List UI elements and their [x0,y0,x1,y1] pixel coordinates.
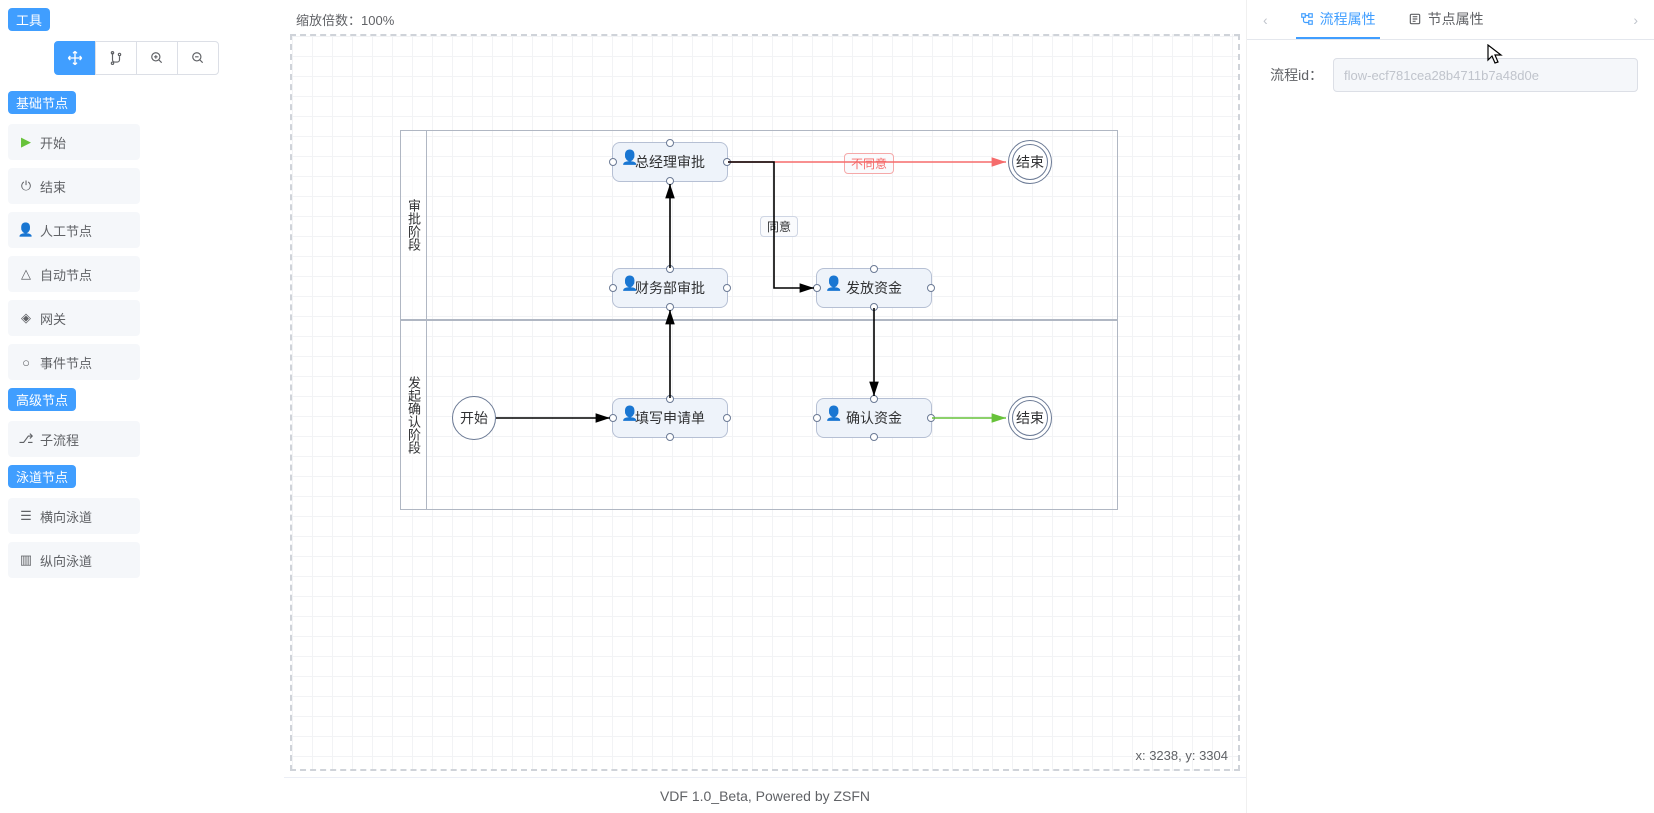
hlane-icon: ☰ [18,508,34,524]
flow-icon [1300,12,1314,26]
branch-icon [109,51,123,65]
palette-vertical-lane[interactable]: ▥ 纵向泳道 [8,542,140,578]
palette-label: 人工节点 [40,221,92,240]
lane-header[interactable]: 发起确认阶段 [401,321,427,509]
zoom-label: 缩放倍数：100% [296,10,394,29]
person-icon: 👤 [621,149,638,166]
move-icon [67,50,83,66]
tab-node-props[interactable]: 节点属性 [1404,0,1488,39]
node-confirm-fund[interactable]: 👤 确认资金 [816,398,932,438]
play-icon: ▶ [18,134,34,150]
lane-nodes-header: 泳道节点 [8,465,76,488]
node-end-2[interactable]: 结束 [1008,396,1052,440]
canvas[interactable]: 缩放倍数：100% 审批阶段 发起确认阶段 开始 👤 填写申请单 👤 财务部审批… [284,0,1246,777]
footer-text: VDF 1.0_Beta, Powered by ZSFN [660,788,870,804]
edge-label-agree[interactable]: 同意 [760,216,798,237]
palette-end[interactable]: ⏻ 结束 [8,168,140,204]
basic-nodes-header: 基础节点 [8,91,76,114]
node-gm-approve[interactable]: 👤 总经理审批 [612,142,728,182]
diamond-icon: ◈ [18,310,34,326]
node-end-1[interactable]: 结束 [1008,140,1052,184]
person-icon: 👤 [825,405,842,422]
person-icon: 👤 [825,275,842,292]
right-panel: ‹ 流程属性 节点属性 › 流程id： [1246,0,1654,813]
palette-label: 子流程 [40,430,79,449]
canvas-grid[interactable]: 审批阶段 发起确认阶段 开始 👤 填写申请单 👤 财务部审批 👤 总经理审批 👤 [290,34,1240,771]
coords-readout: x: 3238, y: 3304 [1135,748,1228,763]
tab-flow-props[interactable]: 流程属性 [1296,0,1380,39]
node-start[interactable]: 开始 [452,396,496,440]
power-icon: ⏻ [18,178,34,194]
node-fill-form[interactable]: 👤 填写申请单 [612,398,728,438]
zoom-out-button[interactable] [177,41,219,75]
palette-user-task[interactable]: 👤 人工节点 [8,212,140,248]
node-icon [1408,12,1422,26]
palette-label: 纵向泳道 [40,551,92,570]
zoom-out-icon [191,51,205,65]
palette-start[interactable]: ▶ 开始 [8,124,140,160]
tabs-next-button[interactable]: › [1629,12,1642,28]
person-icon: 👤 [621,405,638,422]
flow-props-form: 流程id： [1247,40,1654,110]
palette-label: 开始 [40,133,66,152]
flow-id-field[interactable] [1333,58,1638,92]
basic-nodes-list: ▶ 开始 ⏻ 结束 👤 人工节点 △ 自动节点 ◈ 网关 ○ 事件节点 [4,120,280,384]
palette-event[interactable]: ○ 事件节点 [8,344,140,380]
sub-icon: ⎇ [18,431,34,447]
move-tool-button[interactable] [54,41,96,75]
person-icon: 👤 [18,222,34,238]
auto-icon: △ [18,266,34,282]
palette-label: 事件节点 [40,353,92,372]
palette-auto-task[interactable]: △ 自动节点 [8,256,140,292]
circle-icon: ○ [18,355,34,370]
branch-tool-button[interactable] [95,41,137,75]
zoom-in-icon [150,51,164,65]
tabs-prev-button[interactable]: ‹ [1259,12,1272,28]
palette-subflow[interactable]: ⎇ 子流程 [8,421,140,457]
canvas-tool-buttons [54,41,280,75]
palette-gateway[interactable]: ◈ 网关 [8,300,140,336]
person-icon: 👤 [621,275,638,292]
node-release-fund[interactable]: 👤 发放资金 [816,268,932,308]
node-finance-approve[interactable]: 👤 财务部审批 [612,268,728,308]
footer: VDF 1.0_Beta, Powered by ZSFN [284,777,1246,813]
vlane-icon: ▥ [18,552,34,568]
palette-label: 横向泳道 [40,507,92,526]
zoom-in-button[interactable] [136,41,178,75]
right-tabs: ‹ 流程属性 节点属性 › [1247,0,1654,40]
edge-label-disagree[interactable]: 不同意 [844,153,894,174]
tools-header: 工具 [8,8,50,31]
palette-label: 网关 [40,309,66,328]
palette-label: 自动节点 [40,265,92,284]
lane-header[interactable]: 审批阶段 [401,131,427,319]
advanced-nodes-header: 高级节点 [8,388,76,411]
palette-horizontal-lane[interactable]: ☰ 横向泳道 [8,498,140,534]
lane-nodes-list: ☰ 横向泳道 ▥ 纵向泳道 [4,494,280,582]
flow-id-label: 流程id： [1263,65,1323,85]
palette-label: 结束 [40,177,66,196]
left-sidebar: 工具 基础节点 ▶ 开始 ⏻ 结束 👤 人工节点 △ 自动节点 ◈ 网关 ○ 事件节点 高级… [0,0,284,813]
advanced-nodes-list: ⎇ 子流程 [4,417,280,461]
